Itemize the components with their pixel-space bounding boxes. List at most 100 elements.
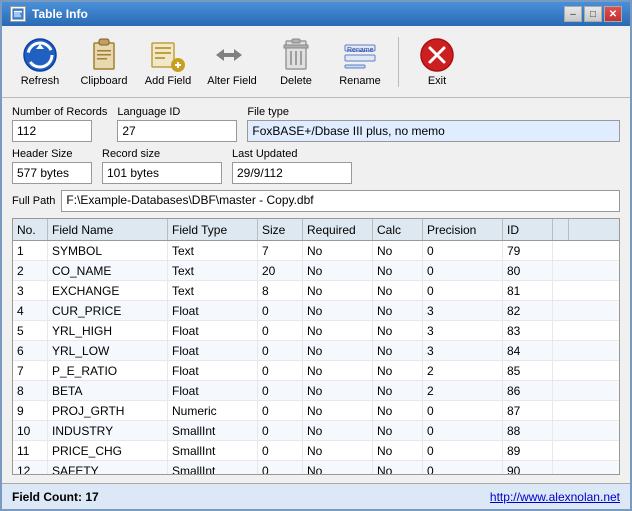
table-cell: SmallInt xyxy=(168,441,258,460)
file-type-group: File type FoxBASE+/Dbase III plus, no me… xyxy=(247,106,620,142)
table-cell: 0 xyxy=(258,441,303,460)
table-cell: Float xyxy=(168,301,258,320)
close-button[interactable]: ✕ xyxy=(604,6,622,22)
table-cell: No xyxy=(373,361,423,380)
table-cell: EXCHANGE xyxy=(48,281,168,300)
rename-icon: Rename xyxy=(342,37,378,73)
table-cell: PRICE_CHG xyxy=(48,441,168,460)
table-row[interactable]: 7P_E_RATIOFloat0NoNo285 xyxy=(13,361,619,381)
table-cell: 6 xyxy=(13,341,48,360)
info-row-1: Number of Records 112 Language ID 27 Fil… xyxy=(12,106,620,142)
table-row[interactable]: 9PROJ_GRTHNumeric0NoNo087 xyxy=(13,401,619,421)
table-cell: 82 xyxy=(503,301,553,320)
table-cell: 0 xyxy=(258,321,303,340)
minimize-button[interactable]: – xyxy=(564,6,582,22)
table-row[interactable]: 5YRL_HIGHFloat0NoNo383 xyxy=(13,321,619,341)
table-cell: Text xyxy=(168,261,258,280)
rename-label: Rename xyxy=(339,75,381,87)
table-cell: CUR_PRICE xyxy=(48,301,168,320)
table-cell: 85 xyxy=(503,361,553,380)
table-body[interactable]: 1SYMBOLText7NoNo0792CO_NAMEText20NoNo080… xyxy=(13,241,619,474)
table-row[interactable]: 12SAFETYSmallInt0NoNo090 xyxy=(13,461,619,474)
table-cell: 80 xyxy=(503,261,553,280)
table-row[interactable]: 11PRICE_CHGSmallInt0NoNo089 xyxy=(13,441,619,461)
table-cell: 1 xyxy=(13,241,48,260)
fullpath-row: Full Path F:\Example-Databases\DBF\maste… xyxy=(12,190,620,212)
language-id-value: 27 xyxy=(117,120,237,142)
table-cell: 0 xyxy=(423,421,503,440)
table-cell: No xyxy=(303,461,373,474)
field-count-label: Field Count: 17 xyxy=(12,490,99,504)
table-cell: 7 xyxy=(258,241,303,260)
exit-button[interactable]: Exit xyxy=(407,31,467,93)
last-updated-label: Last Updated xyxy=(232,148,352,160)
table-cell: 0 xyxy=(258,301,303,320)
table-cell: 0 xyxy=(423,261,503,280)
window-icon xyxy=(10,6,26,22)
table-cell: No xyxy=(373,341,423,360)
table-row[interactable]: 1SYMBOLText7NoNo079 xyxy=(13,241,619,261)
fields-table: No. Field Name Field Type Size Required … xyxy=(12,218,620,475)
last-updated-group: Last Updated 29/9/112 xyxy=(232,148,352,184)
table-cell: YRL_LOW xyxy=(48,341,168,360)
fullpath-label: Full Path xyxy=(12,195,55,207)
refresh-icon xyxy=(22,37,58,73)
maximize-button[interactable]: □ xyxy=(584,6,602,22)
table-row[interactable]: 2CO_NAMEText20NoNo080 xyxy=(13,261,619,281)
num-records-group: Number of Records 112 xyxy=(12,106,107,142)
table-cell: 3 xyxy=(423,321,503,340)
col-no: No. xyxy=(13,219,48,240)
col-field-name: Field Name xyxy=(48,219,168,240)
table-cell: CO_NAME xyxy=(48,261,168,280)
table-cell: No xyxy=(373,421,423,440)
window-title: Table Info xyxy=(32,7,88,21)
table-cell: 3 xyxy=(13,281,48,300)
table-cell: 0 xyxy=(423,281,503,300)
fullpath-value: F:\Example-Databases\DBF\master - Copy.d… xyxy=(61,190,620,212)
table-row[interactable]: 3EXCHANGEText8NoNo081 xyxy=(13,281,619,301)
table-cell: 0 xyxy=(258,461,303,474)
alter-field-button[interactable]: Alter Field xyxy=(202,31,262,93)
status-bar: Field Count: 17 http://www.alexnolan.net xyxy=(2,483,630,509)
svg-text:Rename: Rename xyxy=(347,47,374,54)
header-size-group: Header Size 577 bytes xyxy=(12,148,92,184)
info-row-2: Header Size 577 bytes Record size 101 by… xyxy=(12,148,620,184)
add-field-button[interactable]: Add Field xyxy=(138,31,198,93)
table-cell: P_E_RATIO xyxy=(48,361,168,380)
table-cell: SmallInt xyxy=(168,421,258,440)
table-cell: PROJ_GRTH xyxy=(48,401,168,420)
table-cell: 0 xyxy=(423,441,503,460)
table-cell: No xyxy=(373,261,423,280)
clipboard-icon xyxy=(86,37,122,73)
refresh-button[interactable]: Refresh xyxy=(10,31,70,93)
table-row[interactable]: 6YRL_LOWFloat0NoNo384 xyxy=(13,341,619,361)
col-calc: Calc xyxy=(373,219,423,240)
file-type-value: FoxBASE+/Dbase III plus, no memo xyxy=(247,120,620,142)
rename-button[interactable]: Rename Rename xyxy=(330,31,390,93)
clipboard-button[interactable]: Clipboard xyxy=(74,31,134,93)
table-cell: 0 xyxy=(258,401,303,420)
table-cell: No xyxy=(303,421,373,440)
exit-label: Exit xyxy=(428,75,446,87)
toolbar: Refresh Clipboard xyxy=(2,26,630,98)
delete-button[interactable]: Delete xyxy=(266,31,326,93)
table-row[interactable]: 4CUR_PRICEFloat0NoNo382 xyxy=(13,301,619,321)
table-cell: 0 xyxy=(258,361,303,380)
language-id-label: Language ID xyxy=(117,106,237,118)
table-cell: 3 xyxy=(423,341,503,360)
table-cell: 0 xyxy=(258,381,303,400)
title-bar-left: Table Info xyxy=(10,6,88,22)
table-cell: Text xyxy=(168,281,258,300)
table-cell: 81 xyxy=(503,281,553,300)
table-cell: No xyxy=(303,321,373,340)
table-cell: No xyxy=(373,441,423,460)
table-cell: 9 xyxy=(13,401,48,420)
table-row[interactable]: 10INDUSTRYSmallInt0NoNo088 xyxy=(13,421,619,441)
table-cell: 0 xyxy=(423,461,503,474)
website-link[interactable]: http://www.alexnolan.net xyxy=(490,490,620,504)
file-type-label: File type xyxy=(247,106,620,118)
table-cell: Float xyxy=(168,361,258,380)
table-cell: 10 xyxy=(13,421,48,440)
table-cell: Float xyxy=(168,321,258,340)
table-row[interactable]: 8BETAFloat0NoNo286 xyxy=(13,381,619,401)
